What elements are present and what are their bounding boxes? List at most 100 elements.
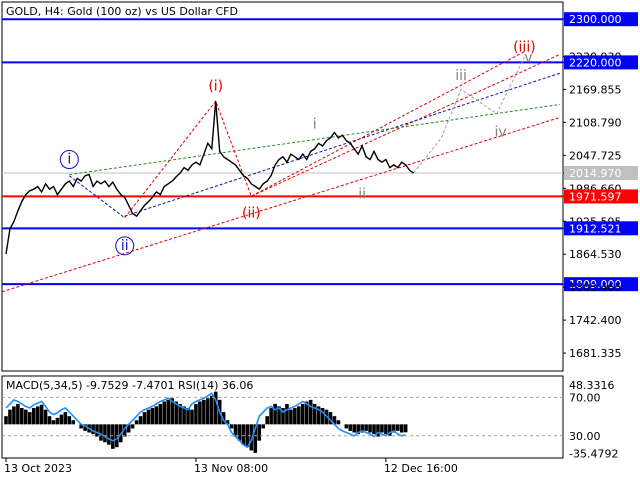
price-tick-label: 1742.400	[569, 314, 622, 327]
wave-label: v	[524, 50, 532, 66]
macd-bar	[63, 412, 68, 425]
macd-bar	[301, 403, 305, 425]
macd-bar	[67, 416, 72, 425]
macd-bar	[59, 414, 64, 425]
macd-bar	[229, 424, 234, 429]
macd-bar	[241, 424, 246, 445]
price-panel-frame	[1, 1, 564, 372]
price-tick-label: 2014.970	[569, 167, 622, 180]
macd-bar	[134, 420, 139, 425]
macd-bar	[138, 416, 143, 425]
macd-bar	[162, 401, 167, 425]
macd-bar	[16, 403, 20, 425]
macd-bar	[403, 424, 408, 433]
wave-label: iv	[495, 125, 507, 141]
macd-bar	[273, 403, 277, 425]
time-axis: 13 Oct 2023 13 Nov 08:00 12 Dec 16:00	[4, 458, 458, 475]
indicator-tick-label: 70.00	[569, 391, 601, 404]
macd-bar	[99, 424, 103, 441]
macd-bar	[269, 408, 273, 425]
price-tick-label: 2108.790	[569, 116, 622, 129]
macd-bar	[31, 408, 36, 425]
macd-bar	[237, 424, 242, 441]
macd-bar	[154, 406, 159, 425]
price-tick-label: 2169.855	[569, 83, 622, 96]
macd-bar	[71, 420, 76, 425]
macd-bar	[107, 424, 111, 445]
price-tick-label: 1912.521	[569, 222, 622, 235]
macd-bar	[202, 399, 206, 425]
macd-bar	[150, 408, 155, 425]
macd-bar	[257, 424, 262, 441]
wave-label: iii	[455, 68, 467, 84]
trading-chart-window: (i)(ii)(iii)iiiiiiiiiivv 2300.0002230.93…	[0, 0, 640, 480]
wave-label: (i)	[208, 79, 223, 95]
wave-label: (ii)	[242, 205, 261, 221]
macd-bar	[206, 398, 210, 425]
macd-bar	[384, 424, 388, 435]
macd-bar	[293, 408, 297, 425]
macd-bar	[297, 406, 301, 425]
indicator-tick-label: 30.00	[569, 430, 601, 443]
chart-title: GOLD, H4: Gold (100 oz) vs US Dollar CFD	[6, 5, 238, 18]
macd-bar	[95, 424, 99, 437]
macd-bar	[47, 416, 52, 425]
price-tick-label: 1971.597	[569, 190, 622, 203]
macd-bar	[395, 424, 400, 431]
macd-bar	[24, 409, 28, 425]
macd-bar	[4, 416, 8, 425]
macd-bar	[130, 424, 135, 429]
macd-bar	[12, 406, 16, 425]
macd-bar	[308, 399, 313, 425]
price-tick-label: 2300.000	[569, 13, 622, 26]
macd-bar	[344, 424, 349, 429]
macd-bar	[190, 409, 194, 425]
macd-bar	[142, 412, 147, 425]
wave-label: i	[67, 152, 71, 168]
chart-canvas[interactable]: (i)(ii)(iii)iiiiiiiiiivv 2300.0002230.93…	[0, 0, 640, 480]
macd-bar	[285, 403, 289, 425]
price-tick-label: 2220.000	[569, 56, 622, 69]
macd-bar	[336, 420, 341, 425]
macd-bar	[352, 424, 357, 433]
macd-bar	[368, 424, 372, 433]
macd-bar	[289, 409, 293, 425]
macd-bar	[146, 409, 151, 425]
macd-bar	[111, 424, 115, 449]
macd-bar	[39, 404, 44, 425]
macd-bar	[399, 424, 404, 433]
macd-bar	[158, 403, 163, 425]
macd-bar	[209, 395, 214, 425]
macd-bar	[265, 416, 269, 425]
macd-bar	[194, 403, 198, 425]
time-tick-label: 13 Nov 08:00	[194, 462, 268, 475]
price-axis: 2300.0002230.9302220.0002169.8552108.790…	[563, 12, 638, 360]
wave-label: ii	[121, 238, 129, 254]
wave-label: i	[313, 116, 317, 132]
macd-bar	[20, 408, 24, 425]
macd-bar	[261, 424, 265, 429]
macd-bar	[364, 424, 368, 431]
macd-bar	[35, 406, 40, 425]
time-tick-label: 12 Dec 16:00	[384, 462, 458, 475]
macd-bar	[380, 424, 384, 433]
price-tick-label: 1864.530	[569, 248, 622, 261]
macd-bar	[372, 424, 376, 435]
price-tick-label: 1681.335	[569, 347, 622, 360]
macd-bar	[55, 417, 60, 425]
macd-bar	[8, 409, 12, 425]
macd-bar	[43, 409, 48, 425]
price-tick-label: 2047.725	[569, 149, 622, 162]
wave-label: ii	[358, 187, 366, 203]
macd-bar	[51, 420, 56, 425]
price-tick-label: 1803.465	[569, 281, 622, 294]
indicator-tick-label: -35.4792	[569, 447, 618, 460]
macd-bar	[166, 399, 171, 425]
indicator-label: MACD(5,34,5) -9.7529 -7.4701 RSI(14) 36.…	[6, 379, 253, 392]
time-tick-label: 13 Oct 2023	[4, 462, 72, 475]
macd-bar	[103, 424, 107, 443]
indicator-tick-label: 48.3316	[569, 379, 615, 392]
macd-bar	[198, 401, 202, 425]
macd-bar	[27, 412, 32, 425]
macd-bar	[348, 424, 353, 431]
